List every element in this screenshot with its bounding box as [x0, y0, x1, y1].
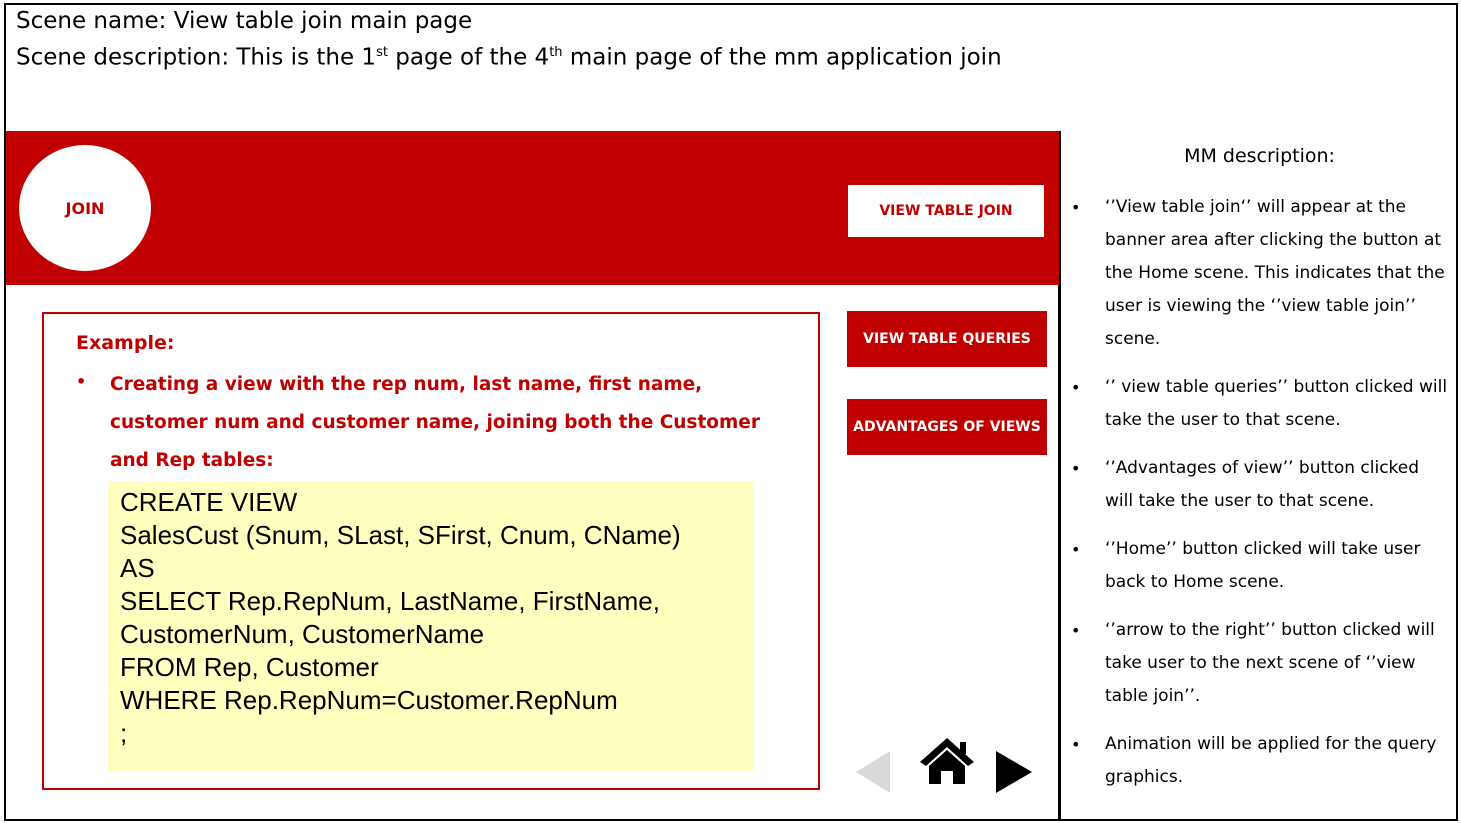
scene-mockup: JOIN VIEW TABLE JOIN Example: • Creating… — [4, 131, 1060, 821]
arrow-left-icon — [856, 751, 892, 797]
list-item: • ‘’View table join‘’ will appear at the … — [1061, 191, 1458, 356]
bullet-dot: • — [1071, 378, 1081, 397]
banner: JOIN VIEW TABLE JOIN — [6, 131, 1060, 285]
arrow-right-icon[interactable] — [996, 751, 1032, 797]
example-title: Example: — [76, 332, 175, 354]
home-icon[interactable] — [918, 736, 976, 790]
bullet-dot: • — [76, 372, 87, 391]
bullet-dot: • — [1071, 621, 1081, 640]
bullet-dot: • — [1071, 735, 1081, 754]
example-panel: Example: • Creating a view with the rep … — [42, 312, 820, 790]
join-logo-circle: JOIN — [19, 145, 151, 271]
sql-code-block: CREATE VIEW SalesCust (Snum, SLast, SFir… — [108, 481, 754, 771]
scene-header: Scene name: View table join main page Sc… — [4, 3, 1458, 133]
list-item: • ‘’ view table queries’’ button clicked … — [1061, 371, 1458, 437]
mm-description-list: • ‘’View table join‘’ will appear at the … — [1061, 191, 1458, 809]
bullet-dot: • — [1071, 459, 1081, 478]
list-item: • ‘’arrow to the right’’ button clicked w… — [1061, 614, 1458, 713]
view-table-queries-button[interactable]: VIEW TABLE QUERIES — [847, 311, 1047, 367]
view-table-join-button[interactable]: VIEW TABLE JOIN — [848, 185, 1044, 237]
mm-description-title: MM description: — [1184, 145, 1335, 167]
list-item: • ‘’Advantages of view’’ button clicked w… — [1061, 452, 1458, 518]
bullet-dot: • — [1071, 198, 1081, 217]
bullet-dot: • — [1071, 540, 1081, 559]
scene-description: Scene description: This is the 1st page … — [16, 44, 1002, 71]
advantages-of-views-button[interactable]: ADVANTAGES OF VIEWS — [847, 399, 1047, 455]
list-item: • Animation will be applied for the query… — [1061, 728, 1458, 794]
mm-description-panel: MM description: • ‘’View table join‘’ wil… — [1059, 131, 1458, 821]
scene-name: Scene name: View table join main page — [16, 8, 473, 34]
list-item: • ‘’Home’’ button clicked will take user … — [1061, 533, 1458, 599]
example-text: Creating a view with the rep num, last n… — [110, 374, 760, 471]
